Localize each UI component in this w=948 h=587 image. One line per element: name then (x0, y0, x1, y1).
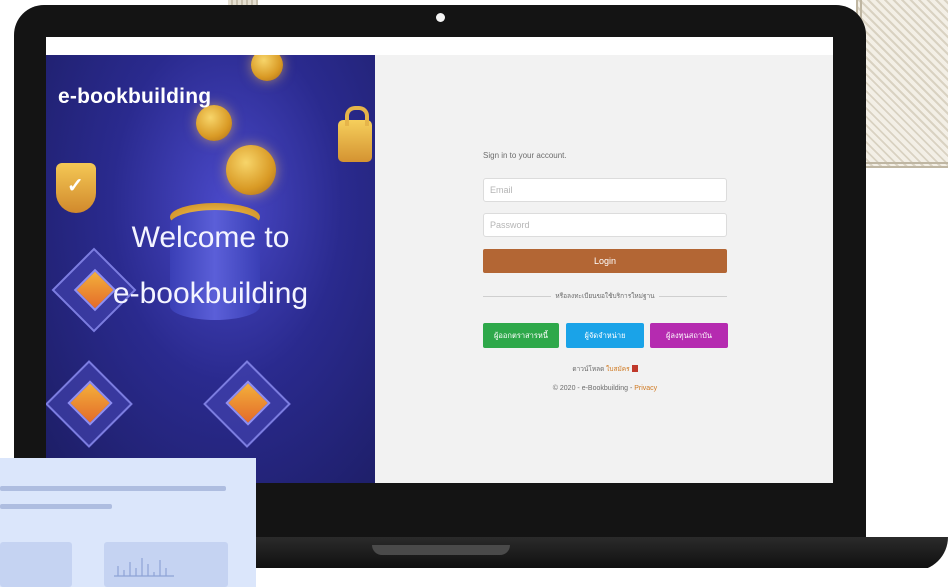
welcome-heading-line2: e-bookbuilding (112, 277, 309, 310)
shield-check-icon (56, 163, 96, 213)
welcome-heading-line1: Welcome to (131, 221, 290, 254)
bitcoin-coin-icon (226, 145, 276, 195)
coin-icon (196, 105, 232, 141)
download-application-link[interactable]: ใบสมัคร (606, 366, 629, 373)
signin-prompt: Sign in to your account. (483, 151, 567, 160)
footer-copyright: © 2020 - e-Bookbuilding - Privacy (483, 385, 727, 392)
privacy-link[interactable]: Privacy (634, 385, 657, 392)
login-panel: Sign in to your account. Email Password … (375, 55, 833, 483)
register-divider: หรือลงทะเบียนขอใช้บริการใหม่ฐาน (483, 291, 727, 301)
register-issuer-button[interactable]: ผู้ออกตราสารหนี้ (483, 323, 559, 348)
laptop-notch (372, 545, 510, 555)
download-prefix: ดาวน์โหลด (572, 366, 605, 373)
email-field[interactable]: Email (483, 178, 727, 202)
mini-bar-chart-icon (114, 558, 174, 577)
background-ornament-frame (856, 0, 948, 168)
coin-icon (251, 55, 283, 81)
padlock-icon (338, 106, 372, 162)
register-investor-button[interactable]: ผู้ลงทุนสถาบัน (650, 323, 728, 348)
document-bar (0, 504, 112, 509)
password-field[interactable]: Password (483, 213, 727, 237)
download-application: ดาวน์โหลด ใบสมัคร (483, 364, 727, 374)
laptop-screen: e-bookbuilding Welcome to e-bookbuilding… (46, 37, 833, 483)
document-bar (0, 486, 226, 491)
brand-logo-text: e-bookbuilding (58, 85, 212, 108)
pdf-icon[interactable] (631, 365, 638, 372)
copyright-text: © 2020 - e-Bookbuilding - (552, 385, 635, 392)
background-dashboard-document (0, 458, 256, 587)
document-card (0, 542, 72, 587)
register-divider-text: หรือลงทะเบียนขอใช้บริการใหม่ฐาน (551, 293, 659, 300)
laptop-camera (436, 13, 445, 22)
register-distributor-button[interactable]: ผู้จัดจำหน่าย (566, 323, 644, 348)
hero-panel: e-bookbuilding Welcome to e-bookbuilding (46, 55, 375, 483)
login-button[interactable]: Login (483, 249, 727, 273)
